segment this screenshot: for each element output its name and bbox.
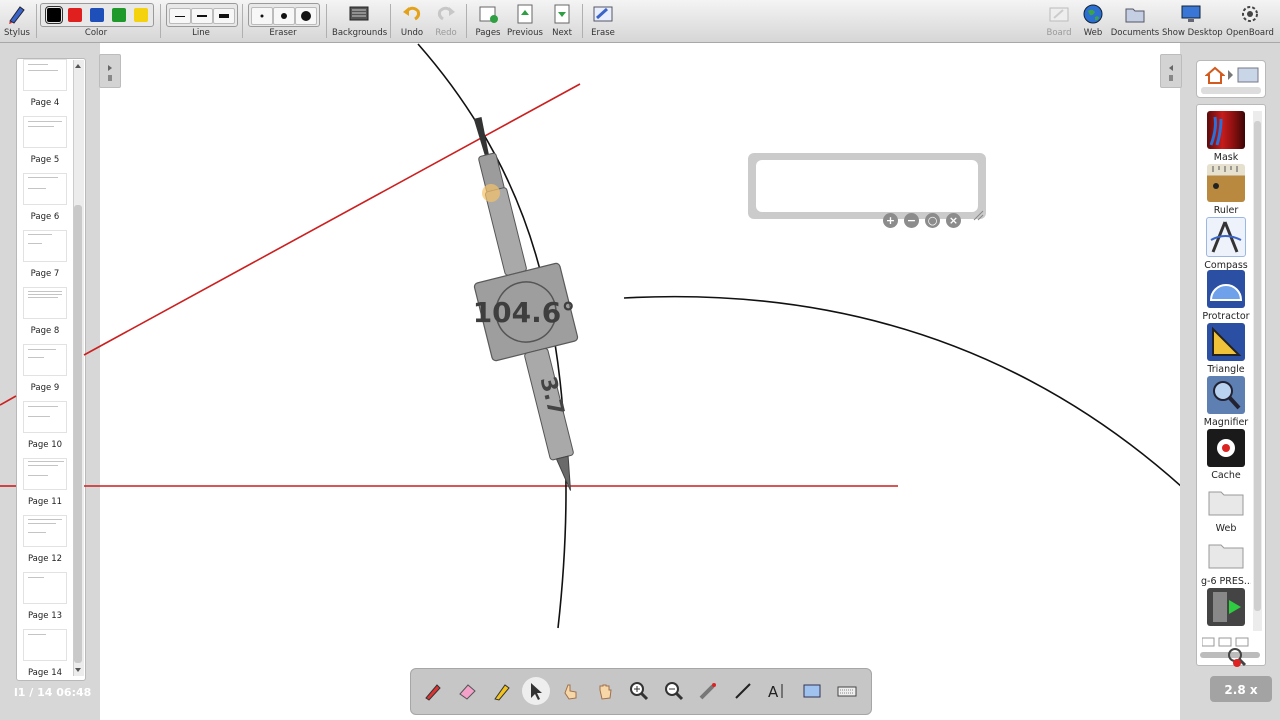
line-icon xyxy=(735,683,751,699)
screen-capture-icon xyxy=(803,684,821,698)
zoom-in-tool-button[interactable] xyxy=(625,677,653,705)
library-scroll-thumb[interactable] xyxy=(1254,121,1261,611)
laser-pointer-icon xyxy=(699,683,716,700)
library-item-triangle[interactable]: Triangle xyxy=(1201,323,1251,375)
red-line-upper-left-part xyxy=(0,395,17,406)
library-item-magnifier[interactable]: Magnifier xyxy=(1201,376,1251,428)
folder-icon xyxy=(1207,482,1245,520)
keyboard-icon xyxy=(837,686,857,697)
library-item-label: Cache xyxy=(1211,470,1241,481)
marker-tool-button[interactable] xyxy=(488,677,516,705)
hand-tool-button[interactable] xyxy=(591,677,619,705)
resize-handle-icon[interactable] xyxy=(972,206,984,221)
folder-icon xyxy=(1207,535,1245,573)
library-root-icon[interactable] xyxy=(1237,66,1259,84)
breadcrumb-arrow-icon xyxy=(1228,70,1233,80)
library-item-video[interactable] xyxy=(1201,588,1251,626)
library-item-label: Mask xyxy=(1213,152,1239,163)
library-items-list: Mask Ruler Compass Protractor Triangle M… xyxy=(1196,104,1266,666)
eraser-icon xyxy=(459,684,476,700)
arrow-pointer-icon xyxy=(531,683,542,700)
text-tool-button[interactable]: A xyxy=(763,677,791,705)
close-text-box-icon[interactable]: × xyxy=(946,213,961,228)
library-pager[interactable] xyxy=(1201,632,1260,647)
zoom-out-icon xyxy=(665,682,684,701)
library-item-folder[interactable]: g-6 PRES... xyxy=(1201,535,1251,587)
video-file-icon xyxy=(1207,588,1245,626)
library-navigation xyxy=(1196,60,1266,98)
library-item-label: Web xyxy=(1215,523,1237,534)
pointing-hand-icon xyxy=(564,684,577,700)
triangle-icon xyxy=(1207,323,1245,361)
library-item-label: Protractor xyxy=(1202,311,1250,322)
zoom-out-tool-button[interactable] xyxy=(660,677,688,705)
home-icon[interactable] xyxy=(1205,65,1225,85)
marker-icon xyxy=(494,684,510,701)
magnifier-zoom-icon xyxy=(1228,648,1247,667)
text-options-icon[interactable]: ○ xyxy=(925,213,940,228)
magnifier-icon xyxy=(1207,376,1245,414)
protractor-icon xyxy=(1207,270,1245,308)
stylus-palette: A xyxy=(410,668,872,715)
laser-pointer-tool-button[interactable] xyxy=(694,677,722,705)
text-box-input[interactable] xyxy=(756,160,978,212)
pen-tool-button[interactable] xyxy=(419,677,447,705)
library-item-ruler[interactable]: Ruler xyxy=(1201,164,1251,216)
cache-icon xyxy=(1207,429,1245,467)
compass-angle-readout: 104.6° xyxy=(473,296,576,329)
nav-scrollbar[interactable] xyxy=(1201,87,1261,94)
library-item-web-folder[interactable]: Web xyxy=(1201,482,1251,534)
library-item-compass[interactable]: Compass xyxy=(1201,217,1251,271)
black-arc-right xyxy=(623,295,1195,499)
pen-icon xyxy=(425,684,441,701)
ruler-icon xyxy=(1207,164,1245,202)
zoom-in-text-icon[interactable]: + xyxy=(883,213,898,228)
library-item-label: Ruler xyxy=(1213,205,1239,216)
collapse-arrow-icon xyxy=(1169,65,1173,81)
virtual-keyboard-button[interactable] xyxy=(833,677,861,705)
collapse-library-panel-tab[interactable] xyxy=(1160,54,1182,88)
compass-pencil-grip-icon xyxy=(482,184,500,202)
library-item-label: Magnifier xyxy=(1203,417,1249,428)
library-item-cache[interactable]: Cache xyxy=(1201,429,1251,481)
svg-text:A: A xyxy=(768,683,779,701)
hand-icon xyxy=(599,684,612,700)
eraser-tool-button[interactable] xyxy=(453,677,481,705)
capture-tool-button[interactable] xyxy=(798,677,826,705)
compass-tool[interactable]: 104.6° 3.7 xyxy=(435,107,613,501)
zoom-out-text-icon[interactable]: − xyxy=(904,213,919,228)
library-item-label: Triangle xyxy=(1207,364,1245,375)
line-tool-button[interactable] xyxy=(729,677,757,705)
library-item-label: g-6 PRES... xyxy=(1201,576,1251,587)
zoom-in-icon xyxy=(630,682,649,701)
library-item-protractor[interactable]: Protractor xyxy=(1201,270,1251,322)
text-icon: A xyxy=(768,683,783,701)
board-canvas[interactable]: 104.6° 3.7 xyxy=(0,0,1280,720)
mask-icon xyxy=(1207,111,1245,149)
compass-pencil-tip xyxy=(473,116,490,158)
selector-tool-button[interactable] xyxy=(522,677,550,705)
compass-icon xyxy=(1206,217,1246,257)
zoom-level-indicator: 2.8 x xyxy=(1210,676,1272,702)
library-item-mask[interactable]: Mask xyxy=(1201,111,1251,163)
interact-tool-button[interactable] xyxy=(557,677,585,705)
